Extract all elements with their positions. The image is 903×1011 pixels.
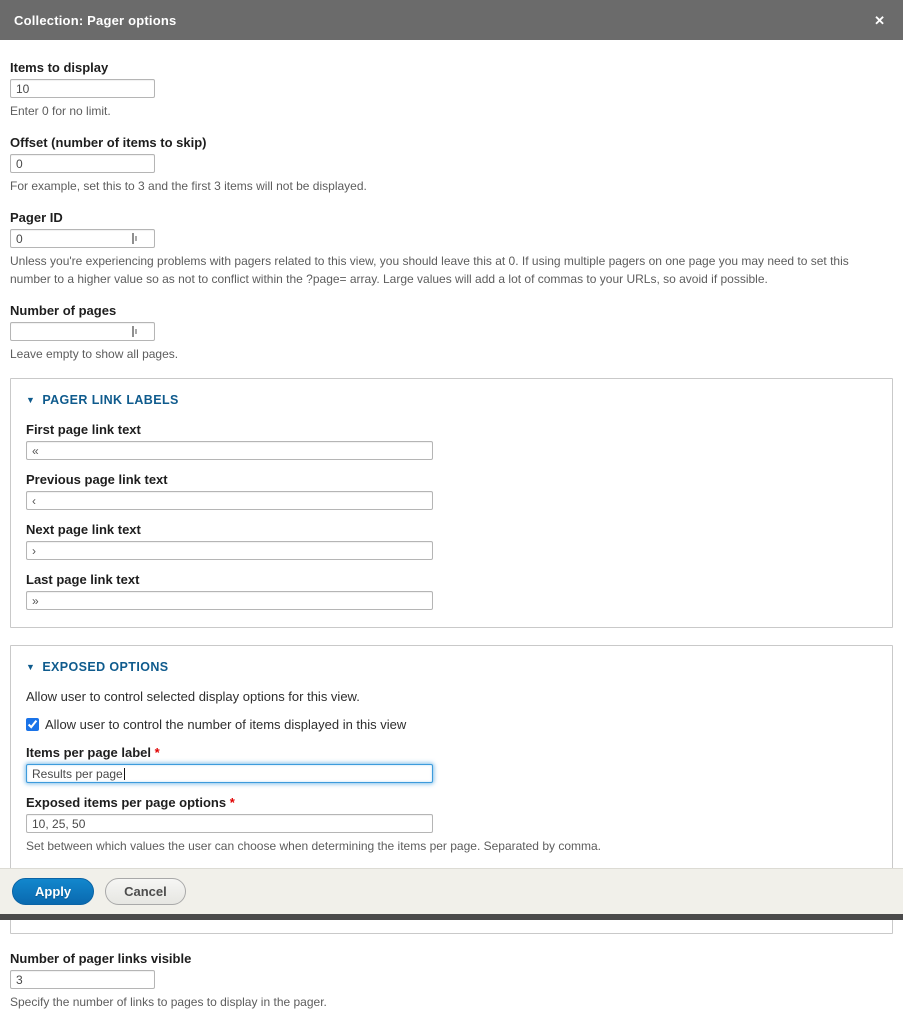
pager-id-group: Pager ID Unless you're experiencing prob… — [10, 210, 893, 288]
items-per-page-label-input[interactable]: Results per page — [26, 764, 433, 783]
exposed-items-options-help: Set between which values the user can ch… — [26, 837, 877, 855]
first-page-link-label: First page link text — [26, 422, 877, 437]
items-to-display-label: Items to display — [10, 60, 893, 75]
last-page-link-input[interactable] — [26, 591, 433, 610]
exposed-items-options-label: Exposed items per page options * — [26, 795, 877, 810]
pager-links-visible-label: Number of pager links visible — [10, 951, 893, 966]
close-icon[interactable]: ✕ — [870, 12, 889, 29]
pager-id-help: Unless you're experiencing problems with… — [10, 252, 890, 288]
pager-links-visible-help: Specify the number of links to pages to … — [10, 993, 890, 1011]
offset-group: Offset (number of items to skip) For exa… — [10, 135, 893, 195]
exposed-options-legend[interactable]: ▼ EXPOSED OPTIONS — [26, 660, 877, 674]
number-spinner-icon[interactable] — [132, 233, 138, 244]
required-marker: * — [230, 795, 235, 810]
number-of-pages-group: Number of pages Leave empty to show all … — [10, 303, 893, 363]
offset-help: For example, set this to 3 and the first… — [10, 177, 890, 195]
number-of-pages-label: Number of pages — [10, 303, 893, 318]
exposed-items-options-input[interactable] — [26, 814, 433, 833]
required-marker: * — [155, 745, 160, 760]
offset-input[interactable] — [10, 154, 155, 173]
previous-page-link-input[interactable] — [26, 491, 433, 510]
items-to-display-input[interactable] — [10, 79, 155, 98]
exposed-options-legend-text: EXPOSED OPTIONS — [42, 660, 168, 674]
page-background-bar — [0, 914, 903, 920]
collapse-arrow-icon: ▼ — [26, 395, 35, 405]
next-page-link-label: Next page link text — [26, 522, 877, 537]
pager-link-labels-legend[interactable]: ▼ PAGER LINK LABELS — [26, 393, 877, 407]
exposed-items-options-group: Exposed items per page options * Set bet… — [26, 795, 877, 855]
pager-link-labels-legend-text: PAGER LINK LABELS — [42, 393, 178, 407]
last-page-link-label: Last page link text — [26, 572, 877, 587]
pager-link-labels-fieldset: ▼ PAGER LINK LABELS First page link text… — [10, 378, 893, 628]
modal-title: Collection: Pager options — [14, 13, 176, 28]
pager-links-visible-group: Number of pager links visible Specify th… — [10, 951, 893, 1011]
items-per-page-label-group: Items per page label * Results per page — [26, 745, 877, 783]
allow-control-items-checkbox[interactable] — [26, 718, 39, 731]
items-to-display-help: Enter 0 for no limit. — [10, 102, 890, 120]
text-caret — [124, 768, 125, 780]
next-page-link-input[interactable] — [26, 541, 433, 560]
last-page-link-group: Last page link text — [26, 572, 877, 610]
pager-id-label: Pager ID — [10, 210, 893, 225]
first-page-link-group: First page link text — [26, 422, 877, 460]
previous-page-link-label: Previous page link text — [26, 472, 877, 487]
allow-control-items-row: Allow user to control the number of item… — [26, 717, 877, 732]
number-of-pages-help: Leave empty to show all pages. — [10, 345, 890, 363]
modal-footer: Apply Cancel — [0, 868, 903, 914]
collapse-arrow-icon: ▼ — [26, 662, 35, 672]
modal-content: Items to display Enter 0 for no limit. O… — [0, 40, 903, 1011]
exposed-options-description: Allow user to control selected display o… — [26, 689, 877, 704]
previous-page-link-group: Previous page link text — [26, 472, 877, 510]
cancel-button[interactable]: Cancel — [105, 878, 186, 905]
apply-button[interactable]: Apply — [12, 878, 94, 905]
modal-header: Collection: Pager options ✕ — [0, 0, 903, 40]
next-page-link-group: Next page link text — [26, 522, 877, 560]
offset-label: Offset (number of items to skip) — [10, 135, 893, 150]
pager-links-visible-input[interactable] — [10, 970, 155, 989]
number-spinner-icon[interactable] — [132, 326, 138, 337]
first-page-link-input[interactable] — [26, 441, 433, 460]
allow-control-items-label: Allow user to control the number of item… — [45, 717, 406, 732]
items-per-page-label-label: Items per page label * — [26, 745, 877, 760]
items-to-display-group: Items to display Enter 0 for no limit. — [10, 60, 893, 120]
